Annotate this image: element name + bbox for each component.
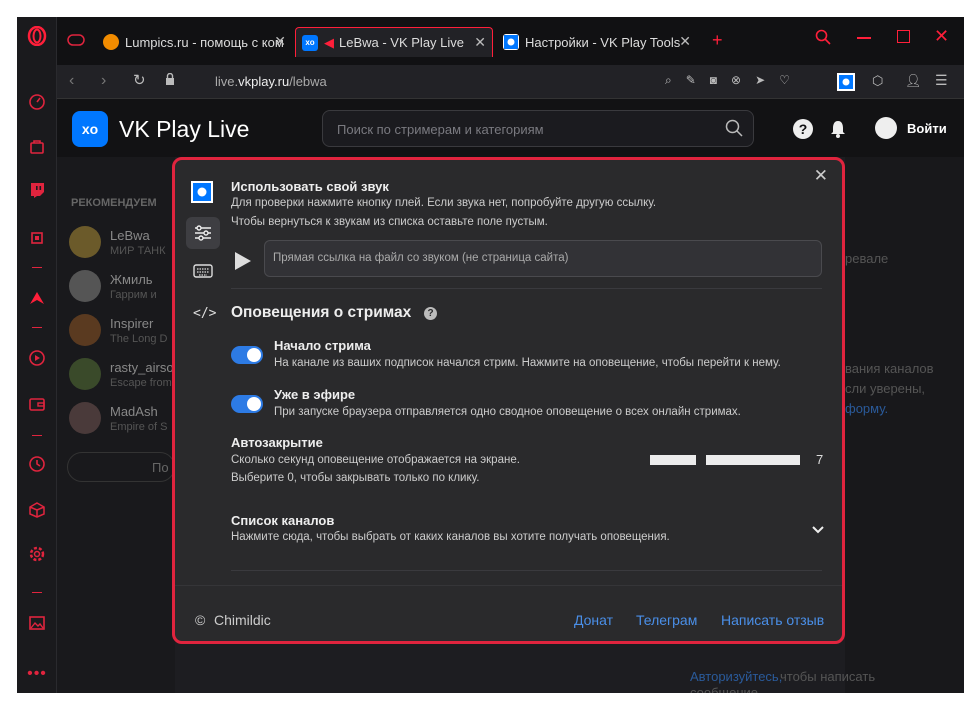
donate-link[interactable]: Донат: [574, 612, 613, 628]
stream-start-toggle[interactable]: [231, 346, 263, 364]
player-icon[interactable]: [26, 347, 48, 369]
url-field[interactable]: live.vkplay.ru/lebwa: [215, 74, 327, 89]
heart-icon[interactable]: ♡: [779, 73, 790, 88]
search-tabs-icon[interactable]: [815, 29, 831, 50]
speed-dial-icon[interactable]: [26, 91, 48, 113]
twitch-icon[interactable]: [26, 179, 48, 201]
opera-sidebar: •••: [17, 17, 57, 693]
lock-icon: [165, 72, 175, 91]
audio-icon[interactable]: ◀: [324, 35, 334, 51]
telegram-link[interactable]: Телеграм: [636, 612, 697, 628]
logo-text: VK Play Live: [119, 116, 250, 142]
reload-button[interactable]: ↻: [133, 71, 146, 89]
wallet-icon[interactable]: [26, 393, 48, 415]
sound-url-input[interactable]: Прямая ссылка на файл со звуком (не стра…: [264, 240, 822, 277]
minimize-button[interactable]: [857, 37, 871, 39]
extensions-icon[interactable]: ⬡: [872, 73, 883, 89]
profile-icon[interactable]: 👤︎: [905, 73, 922, 89]
auth-link[interactable]: Авторизуйтесь,: [690, 669, 782, 684]
tab-vk-play-tools[interactable]: Настройки - VK Play Tools ✕: [497, 27, 697, 57]
autoclose-title: Автозакрытие: [231, 435, 323, 450]
sidebar-title: РЕКОМЕНДУЕМ: [71, 197, 157, 209]
close-icon[interactable]: ✕: [474, 34, 486, 51]
zoom-icon[interactable]: ⌕: [665, 73, 672, 88]
vk-play-tools-settings-modal: ✕ </> Использовать свой звук Для проверк…: [172, 157, 845, 644]
history-icon[interactable]: [26, 453, 48, 475]
vk-play-tools-extension-icon[interactable]: [837, 73, 855, 91]
tab-bar: Lumpics.ru - помощь с ком ✕ xo ◀ LeBwa -…: [57, 17, 964, 65]
camera-icon[interactable]: ◙: [710, 73, 717, 88]
divider: [231, 570, 822, 571]
bag-icon[interactable]: [26, 135, 48, 157]
vk-play-tools-logo-icon: [191, 181, 213, 203]
back-button[interactable]: ‹: [69, 72, 74, 90]
tab-label: Lumpics.ru - помощь с ком: [125, 34, 284, 50]
user-icon[interactable]: [875, 117, 897, 139]
gamepad-icon[interactable]: [67, 33, 85, 52]
tab-lebwa[interactable]: xo ◀ LeBwa - VK Play Live ✕: [295, 27, 493, 57]
already-live-toggle[interactable]: [231, 395, 263, 413]
more-button[interactable]: По: [67, 452, 175, 482]
send-icon[interactable]: ➤: [755, 73, 765, 88]
keyboard-tab-icon[interactable]: [193, 264, 213, 283]
forward-button[interactable]: ›: [101, 72, 106, 90]
edit-icon[interactable]: ✎: [686, 73, 696, 88]
close-window-button[interactable]: ✕: [934, 26, 949, 47]
close-icon[interactable]: ✕: [814, 166, 828, 186]
slider-thumb[interactable]: [696, 454, 706, 466]
vk-play-logo-icon[interactable]: xo: [72, 111, 108, 147]
search-input[interactable]: Поиск по стримерам и категориям: [322, 110, 754, 147]
site-header: xo VK Play Live Поиск по стримерам и кат…: [57, 99, 964, 157]
easy-setup-icon[interactable]: ☰: [935, 72, 948, 89]
new-tab-button[interactable]: +: [712, 30, 723, 51]
settings-gear-icon[interactable]: [26, 543, 48, 565]
login-button[interactable]: Войти: [907, 121, 947, 136]
channels-title[interactable]: Список каналов: [231, 513, 334, 528]
maximize-button[interactable]: [897, 30, 910, 43]
chip-icon[interactable]: [26, 227, 48, 249]
vk-play-icon: xo: [302, 34, 318, 51]
more-icon[interactable]: •••: [26, 663, 48, 685]
divider: [231, 288, 822, 289]
author-name: Chimildic: [214, 612, 271, 628]
recommend-sidebar: РЕКОМЕНДУЕМ LeBwa МИР ТАНК Жмиль Гаррим и …: [57, 157, 175, 693]
sliders-tab-icon[interactable]: [186, 217, 220, 249]
opera-logo-icon[interactable]: [26, 25, 48, 47]
help-icon[interactable]: ?: [793, 119, 813, 139]
search-icon[interactable]: [725, 119, 743, 142]
bell-icon[interactable]: [829, 119, 847, 144]
play-icon[interactable]: [235, 252, 251, 275]
tab-label: Настройки - VK Play Tools: [525, 34, 681, 50]
notifications-title: Оповещения о стримах: [231, 304, 412, 321]
cube-icon[interactable]: [26, 499, 48, 521]
footer-divider: [175, 585, 842, 586]
tab-label: LeBwa - VK Play Live: [339, 35, 465, 50]
close-icon[interactable]: ✕: [679, 33, 691, 50]
autoclose-slider[interactable]: [650, 454, 800, 466]
autoclose-value: 7: [816, 452, 824, 467]
sound-title: Использовать свой звук: [231, 179, 389, 194]
review-link[interactable]: Написать отзыв: [721, 612, 824, 628]
aria-icon[interactable]: [26, 287, 48, 309]
gallery-icon[interactable]: [26, 612, 48, 634]
close-icon[interactable]: ✕: [274, 33, 286, 50]
vk-play-tools-icon: [503, 34, 519, 50]
adblock-icon[interactable]: ⊗: [731, 73, 741, 88]
help-icon[interactable]: ?: [424, 307, 437, 320]
code-tab-icon[interactable]: </>: [193, 306, 216, 321]
tab-lumpics[interactable]: Lumpics.ru - помощь с ком ✕: [97, 27, 292, 57]
chevron-down-icon[interactable]: [812, 521, 824, 539]
address-bar: ‹ › ↻ live.vkplay.ru/lebwa ⌕ ✎ ◙ ⊗ ➤ ♡ ⬡…: [57, 65, 964, 99]
lumpics-icon: [103, 34, 119, 50]
chat-panel: ревале вания каналов сли уверены, форму.…: [690, 157, 964, 693]
